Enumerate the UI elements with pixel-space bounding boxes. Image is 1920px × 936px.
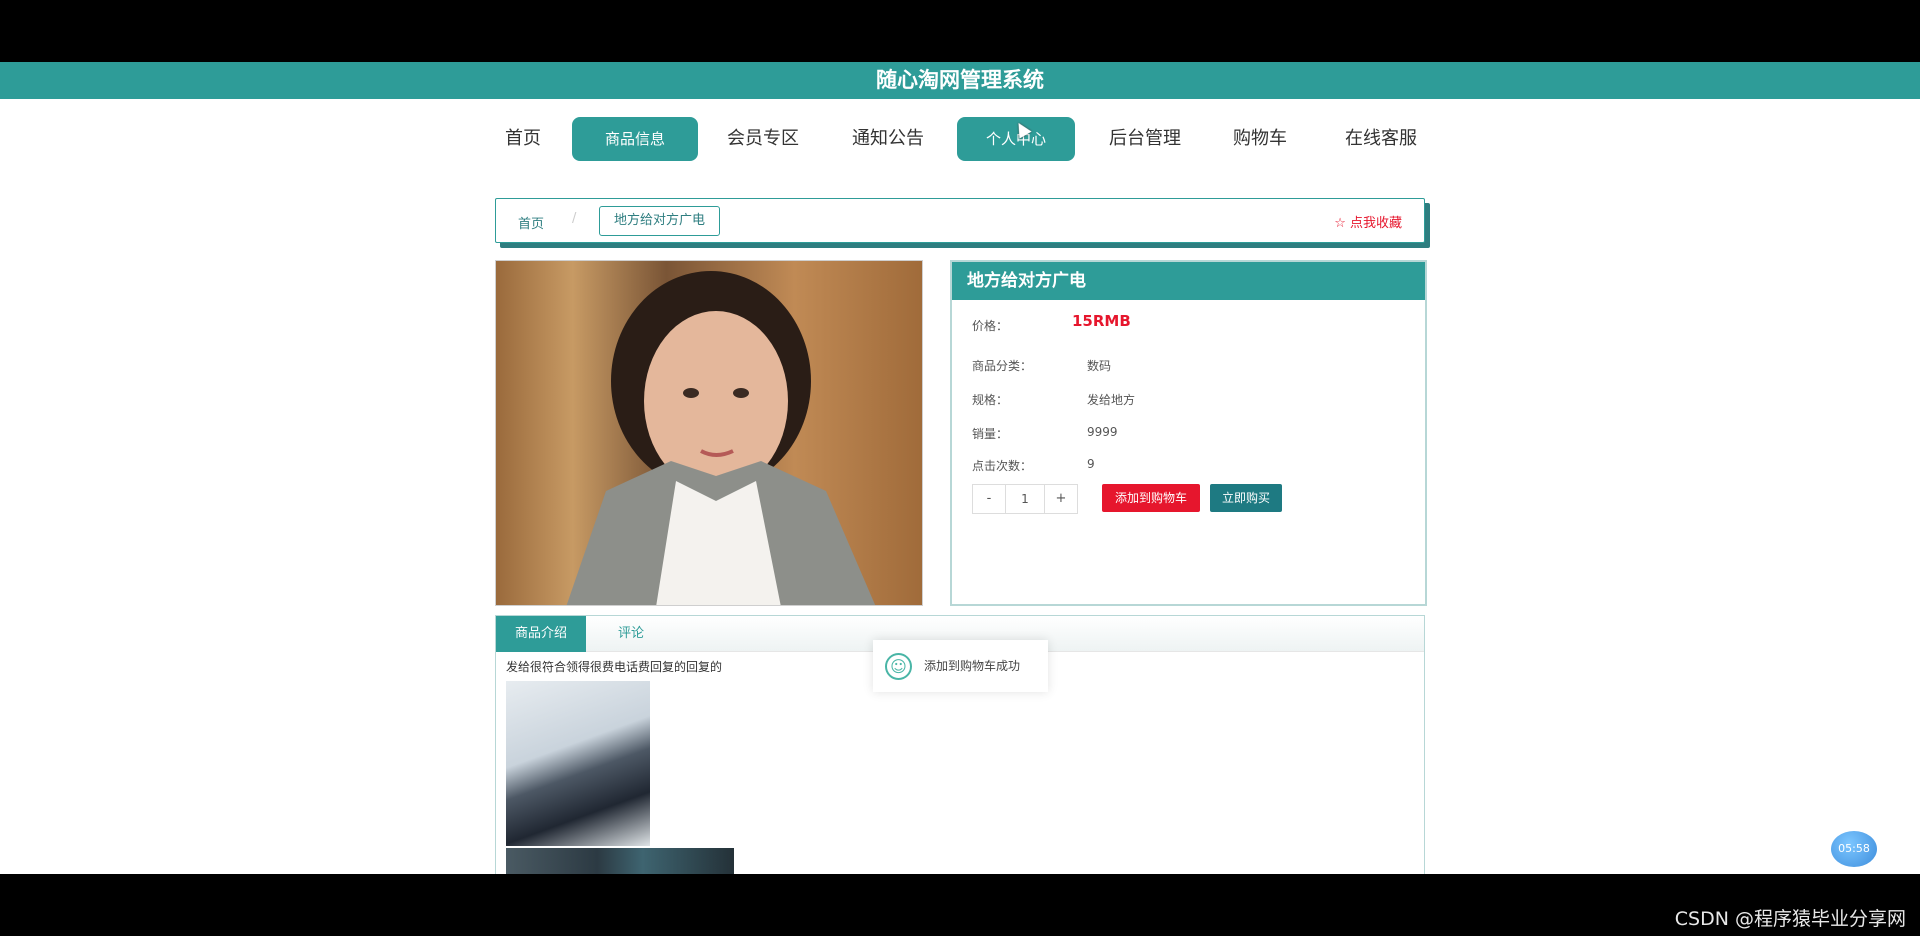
toast-message: 添加到购物车成功	[924, 659, 1021, 673]
spec-value: 发给地方	[1087, 393, 1136, 407]
toast-notification: ☺ 添加到购物车成功	[873, 640, 1048, 692]
nav-admin[interactable]: 后台管理	[1100, 117, 1190, 161]
breadcrumb-separator: /	[572, 211, 577, 226]
favorite-button[interactable]: ☆ 点我收藏	[1334, 212, 1402, 231]
clicks-label: 点击次数：	[972, 459, 1033, 473]
quantity-stepper: - 1 +	[972, 484, 1078, 514]
quantity-plus-button[interactable]: +	[1045, 485, 1077, 513]
price-label: 价格：	[972, 319, 1009, 333]
breadcrumb: 首页 / 地方给对方广电 ☆ 点我收藏	[495, 198, 1425, 243]
category-value: 数码	[1087, 359, 1112, 373]
quantity-minus-button[interactable]: -	[973, 485, 1005, 513]
nav-cart[interactable]: 购物车	[1224, 117, 1296, 161]
tab-comments[interactable]: 评论	[586, 616, 676, 652]
description-image-2	[506, 848, 734, 874]
product-photo-illustration	[566, 271, 876, 605]
category-label: 商品分类：	[972, 359, 1033, 373]
quantity-input[interactable]: 1	[1005, 485, 1045, 513]
description-text: 发给很符合领得很费电话费回复的回复的	[506, 660, 723, 674]
product-name: 地方给对方广电	[952, 262, 1425, 300]
spec-label: 规格：	[972, 393, 1009, 407]
product-info-panel: 地方给对方广电 价格： 15RMB 商品分类： 数码 规格： 发给地方 销量： …	[950, 260, 1427, 606]
floating-clock[interactable]: 05:58	[1831, 831, 1877, 867]
nav-home[interactable]: 首页	[493, 117, 553, 161]
price-value: 15RMB	[1072, 312, 1131, 330]
breadcrumb-home-link[interactable]: 首页	[518, 213, 544, 232]
video-bottom-letterbox	[0, 874, 1920, 936]
main-nav: 首页 商品信息 会员专区 通知公告 个人中心 后台管理 购物车 在线客服	[0, 117, 1920, 165]
favorite-label: 点我收藏	[1349, 216, 1402, 231]
site-title: 随心淘网管理系统	[0, 62, 1920, 99]
page: 随心淘网管理系统 首页 商品信息 会员专区 通知公告 个人中心 后台管理 购物车…	[0, 62, 1920, 874]
add-to-cart-button[interactable]: 添加到购物车	[1102, 484, 1200, 512]
star-icon: ☆	[1334, 216, 1346, 231]
tab-intro[interactable]: 商品介绍	[496, 616, 586, 652]
sales-label: 销量：	[972, 427, 1009, 441]
breadcrumb-current: 地方给对方广电	[599, 206, 721, 236]
buy-now-button[interactable]: 立即购买	[1210, 484, 1282, 512]
watermark: CSDN @程序猿毕业分享网	[1674, 908, 1906, 930]
description-image	[506, 681, 650, 846]
nav-support[interactable]: 在线客服	[1336, 117, 1426, 161]
nav-products[interactable]: 商品信息	[572, 117, 698, 161]
sales-value: 9999	[1087, 425, 1118, 439]
product-image	[495, 260, 923, 606]
clicks-value: 9	[1087, 457, 1095, 471]
nav-members[interactable]: 会员专区	[718, 117, 808, 161]
nav-notices[interactable]: 通知公告	[843, 117, 933, 161]
smile-icon: ☺	[885, 653, 912, 680]
video-top-letterbox	[0, 0, 1920, 62]
